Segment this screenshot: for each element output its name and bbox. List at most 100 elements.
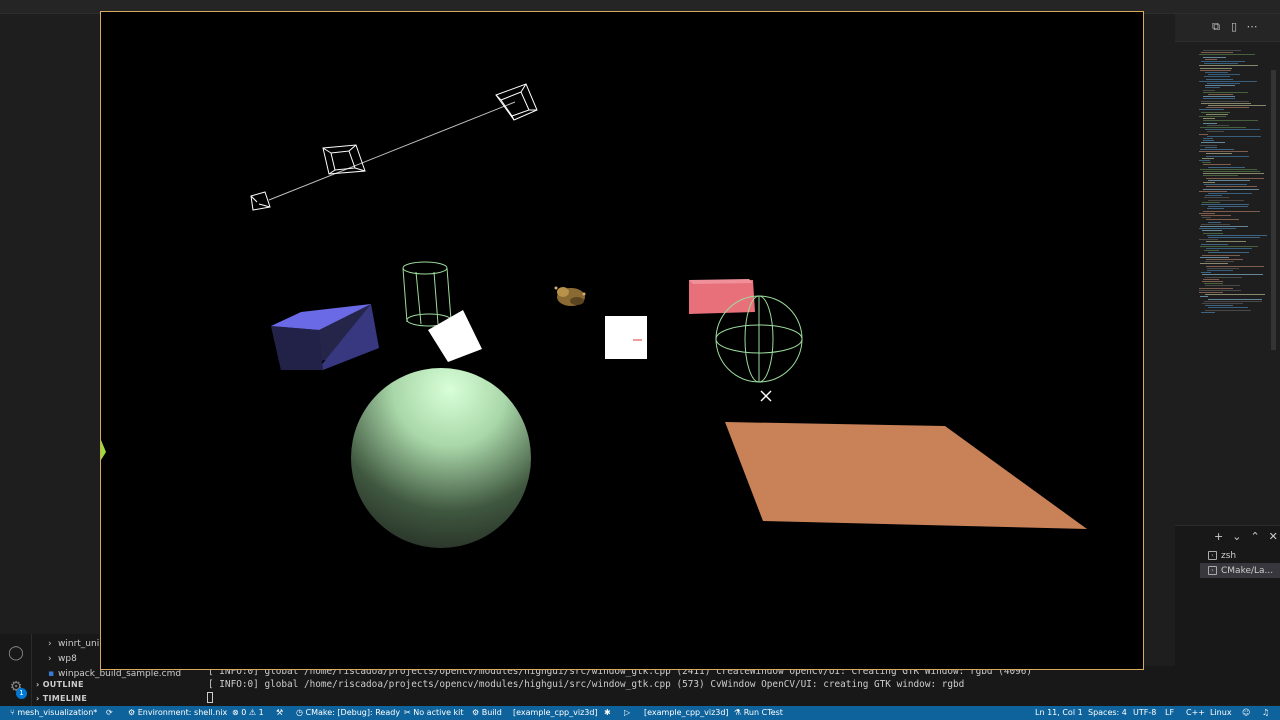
indentation[interactable]: Spaces: 4 — [1088, 706, 1127, 720]
launch-target[interactable]: [example_cpp_viz3d] — [644, 706, 729, 720]
viz3d-window[interactable] — [100, 11, 1144, 670]
pink-box — [689, 279, 755, 314]
more-actions-icon[interactable]: ⋯ — [1246, 20, 1258, 34]
chevron-down-icon[interactable]: ⌄ — [1232, 530, 1241, 543]
minimap-line — [1207, 83, 1240, 84]
minimap-line — [1206, 186, 1257, 188]
minimap-line — [1201, 61, 1245, 62]
minimap-line — [1199, 228, 1236, 230]
cursor-position[interactable]: Ln 11, Col 1 — [1035, 706, 1083, 720]
platform[interactable]: Linux — [1210, 706, 1232, 720]
minimap-line — [1203, 188, 1259, 190]
minimap-line — [1208, 193, 1252, 194]
viz3d-canvas[interactable] — [101, 12, 1143, 669]
minimap-line — [1202, 217, 1211, 219]
minimap-line — [1208, 199, 1244, 201]
minimap-line — [1208, 221, 1221, 223]
minimap-line — [1203, 50, 1241, 51]
minimap-line — [1204, 76, 1230, 78]
chevron-right-icon: › — [36, 680, 43, 689]
ctest-button[interactable]: ⚗ Run CTest — [734, 706, 783, 720]
white-image-plane — [605, 316, 647, 359]
minimap-line — [1208, 105, 1266, 106]
minimap-line — [1202, 281, 1223, 282]
debug-icon[interactable]: ✱ — [604, 706, 611, 720]
tree-item[interactable]: ▪ winpack_build_sample.cmd — [48, 669, 181, 679]
scrollbar[interactable] — [1271, 70, 1276, 350]
minimap-line — [1206, 259, 1243, 260]
minimap-line — [1199, 80, 1257, 82]
minimap-line — [1202, 303, 1243, 304]
minimap-line — [1206, 155, 1249, 157]
build-button[interactable]: ⚙ Build — [472, 706, 502, 720]
minimap-line — [1206, 153, 1232, 155]
terminal-session-label: CMake/La... — [1221, 565, 1274, 576]
minimap-line — [1202, 201, 1220, 203]
feedback-icon[interactable]: ☺ — [1242, 706, 1250, 720]
minimap-line — [1203, 138, 1213, 139]
minimap-line — [1199, 133, 1208, 135]
minimap-line — [1203, 210, 1260, 212]
editor-actions: ⧉ ▯ ⋯ — [1210, 20, 1258, 34]
branch-status[interactable]: ⑂ mesh_visualization* — [10, 706, 97, 720]
build-target[interactable]: [example_cpp_viz3d] — [513, 706, 598, 720]
account-icon[interactable]: ◯ — [8, 645, 24, 661]
bell-icon[interactable]: ♫ — [1262, 706, 1269, 720]
cmake-status[interactable]: ◷ CMake: [Debug]: Ready — [296, 706, 400, 720]
wire-sphere — [715, 295, 803, 383]
green-fragment — [101, 440, 106, 460]
split-editor-icon[interactable]: ⧉ — [1210, 20, 1222, 34]
minimap-line — [1203, 89, 1215, 91]
environment-status[interactable]: ⚙ Environment: shell.nix — [128, 706, 227, 720]
terminal-session-zsh[interactable]: › zsh — [1200, 548, 1280, 563]
line-ending[interactable]: LF — [1165, 706, 1174, 720]
tools-icon[interactable]: ⚒ — [276, 706, 283, 720]
problems-status[interactable]: ⊗ 0 ⚠ 1 — [232, 706, 264, 720]
camera-frustum — [495, 83, 538, 121]
minimap-line — [1200, 296, 1208, 298]
encoding[interactable]: UTF-8 — [1133, 706, 1156, 720]
minimap-line — [1205, 285, 1240, 287]
white-square — [428, 310, 482, 362]
minimap-line — [1207, 234, 1267, 236]
minimap-line — [1200, 256, 1229, 258]
kit-status[interactable]: ✂ No active kit — [404, 706, 464, 720]
terminal-session-cmake[interactable]: › CMake/La... — [1200, 563, 1280, 578]
minimap-line — [1206, 219, 1239, 221]
new-terminal-icon[interactable]: + — [1214, 530, 1223, 543]
terminal-line: [ INFO:0] global /home/riscadoa/projects… — [208, 679, 965, 690]
terminal-session-label: zsh — [1221, 550, 1237, 561]
sync-icon[interactable]: ⟳ — [106, 706, 113, 720]
timeline-section[interactable]: › TIMELINE — [36, 694, 87, 703]
minimap-line — [1205, 309, 1251, 311]
minimap-line — [1200, 127, 1246, 128]
tree-item[interactable]: › wp8 — [48, 654, 77, 664]
notification-badge: 1 — [16, 688, 27, 699]
maximize-panel-icon[interactable]: ⌃ — [1250, 530, 1259, 543]
minimap-line — [1203, 96, 1235, 98]
minimap-line — [1199, 190, 1227, 192]
minimap-line — [1205, 276, 1242, 278]
chevron-right-icon: › — [48, 639, 52, 649]
minimap-line — [1205, 146, 1217, 148]
chevron-right-icon: › — [36, 694, 43, 703]
minimap-line — [1199, 287, 1233, 289]
minimap-line — [1204, 184, 1247, 186]
layout-icon[interactable]: ▯ — [1228, 20, 1240, 34]
run-icon[interactable]: ▷ — [624, 706, 630, 720]
minimap[interactable] — [1195, 50, 1273, 320]
minimap-line — [1201, 100, 1249, 102]
minimap-line — [1199, 116, 1226, 117]
minimap-line — [1203, 164, 1231, 166]
minimap-line — [1203, 173, 1264, 175]
minimap-line — [1203, 120, 1258, 122]
minimap-line — [1203, 278, 1219, 280]
close-icon[interactable]: ✕ — [1269, 530, 1278, 543]
outline-section[interactable]: › OUTLINE — [36, 680, 84, 689]
tree-item[interactable]: › winrt_uni — [48, 639, 99, 649]
minimap-line — [1205, 195, 1222, 197]
minimap-line — [1207, 124, 1229, 126]
minimap-line — [1207, 267, 1239, 269]
minimap-line — [1208, 298, 1262, 300]
language-mode[interactable]: C++ — [1186, 706, 1205, 720]
